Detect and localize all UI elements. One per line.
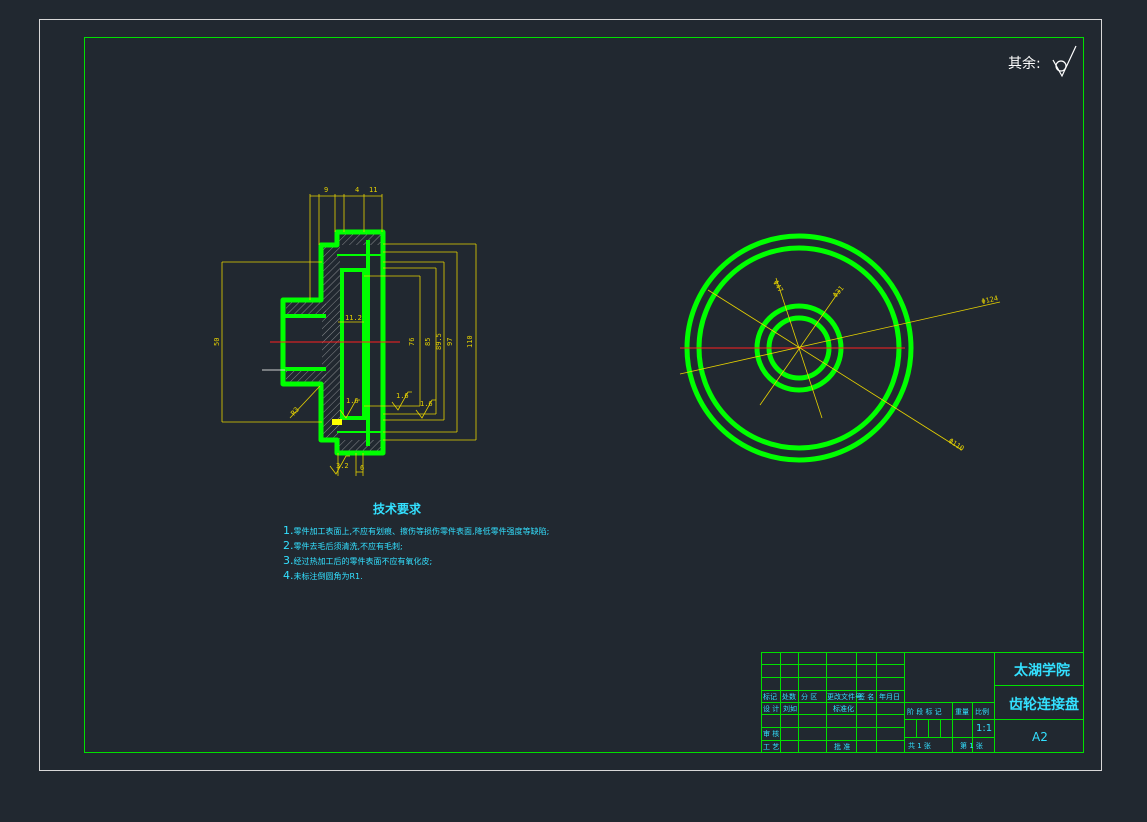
school-name: 太湖学院 [1014, 663, 1070, 679]
process-label: 工 艺 [763, 743, 780, 751]
roughness-note: 其余: [1008, 55, 1041, 72]
tech-req-item: 1.零件加工表面上,不应有划痕、擦伤等损伤零件表面,降低零件强度等缺陷; [283, 524, 550, 537]
hdr-mark: 标记 [763, 693, 777, 701]
dim-right-97: 97 [446, 338, 454, 346]
weight-label: 重量 [955, 708, 969, 716]
tech-req-item: 4.未标注倒圆角为R1. [283, 569, 363, 582]
section-view: 9 4 11 50 11.2 76 85 89.5 97 110 R3 3.2 … [213, 186, 477, 476]
inner-border [84, 37, 1084, 753]
hdr-doc: 更改文件号 [827, 693, 862, 701]
dim-left-50: 50 [213, 338, 221, 346]
dim-top-4: 4 [355, 186, 359, 194]
roughness-symbol-icon [1052, 45, 1077, 78]
hdr-zone: 分 区 [801, 693, 818, 701]
dim-phi124: Φ124 [981, 294, 999, 306]
dim-phi47: Φ47 [771, 279, 784, 294]
tech-req-item: 2.零件去毛后须清洗,不应有毛刺; [283, 539, 403, 552]
tech-req-title: 技术要求 [373, 502, 422, 516]
front-view: Φ47 Φ31 Φ124 Φ110 [679, 233, 1001, 463]
review-label: 审 核 [763, 730, 780, 738]
dim-bottom-3: 3.2 [336, 462, 349, 470]
dim-right-89: 89.5 [435, 333, 443, 350]
sheet-size: A2 [1032, 730, 1048, 744]
roughness-2: 1.6 [396, 392, 409, 400]
cad-drawing: 其余: 9 4 11 50 11.2 76 85 89.5 97 110 R3 … [39, 19, 1102, 771]
sheet-number: 第 1 张 [960, 742, 983, 750]
row-standard: 标准化 [833, 705, 854, 713]
dim-phi110: Φ110 [947, 437, 965, 453]
part-name: 齿轮连接盘 [1009, 697, 1079, 713]
roughness-3: 1.6 [420, 400, 433, 408]
row-designer: 刘如 [783, 705, 797, 713]
dim-phi31: Φ31 [831, 284, 845, 299]
row-design: 设 计 [763, 705, 780, 713]
hdr-count: 处数 [782, 693, 796, 701]
approve-label: 批 准 [834, 743, 851, 751]
dim-inner: 11.2 [345, 314, 362, 322]
dim-right-110: 110 [466, 335, 474, 348]
dim-right-85: 85 [424, 338, 432, 346]
outer-frame [39, 19, 1102, 771]
dim-bottom-6: 6 [360, 464, 364, 472]
scale-value: 1:1 [976, 723, 993, 734]
scale-label: 比例 [975, 708, 989, 716]
sheets-total: 共 1 张 [908, 742, 931, 750]
dim-top-11: 11 [369, 186, 377, 194]
hdr-date: 年月日 [879, 693, 900, 701]
roughness-1: 1.6 [346, 397, 359, 405]
dim-radius: R3 [289, 406, 301, 418]
hdr-sign: 签 名 [858, 693, 875, 701]
dim-right-76: 76 [408, 338, 416, 346]
stage-label: 阶 段 标 记 [907, 708, 942, 716]
tech-req-item: 3.经过热加工后的零件表面不应有氧化皮; [283, 554, 433, 567]
dim-top-9: 9 [324, 186, 328, 194]
